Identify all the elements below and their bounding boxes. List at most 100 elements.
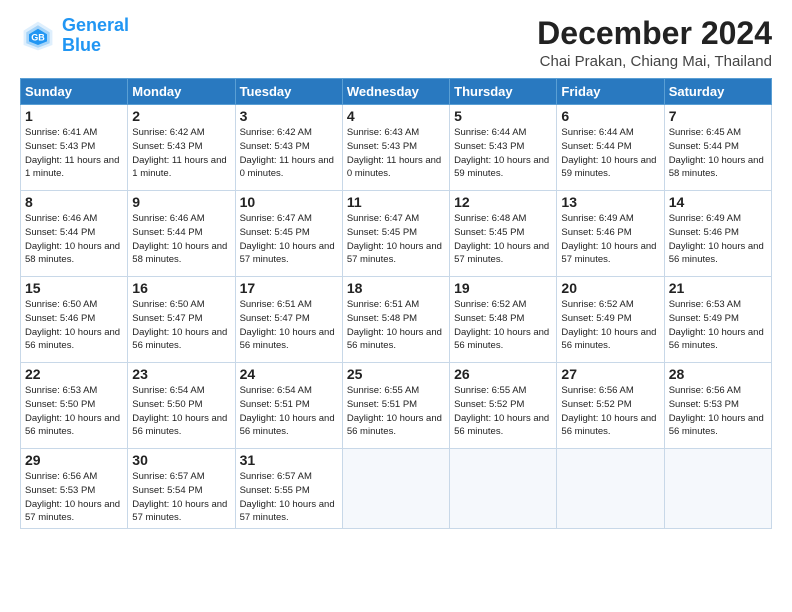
day-info: Sunrise: 6:51 AMSunset: 5:47 PMDaylight:… (240, 298, 338, 353)
table-row: 5 Sunrise: 6:44 AMSunset: 5:43 PMDaylight… (450, 105, 557, 191)
day-number: 25 (347, 366, 445, 382)
day-number: 8 (25, 194, 123, 210)
day-info: Sunrise: 6:49 AMSunset: 5:46 PMDaylight:… (669, 212, 767, 267)
table-row: 11Sunrise: 6:47 AMSunset: 5:45 PMDayligh… (342, 191, 449, 277)
table-row: 7 Sunrise: 6:45 AMSunset: 5:44 PMDaylight… (664, 105, 771, 191)
table-row: 24 Sunrise: 6:54 AMSunset: 5:51 PMDayligh… (235, 363, 342, 449)
table-row: 27 Sunrise: 6:56 AMSunset: 5:52 PMDayligh… (557, 363, 664, 449)
day-info: Sunrise: 6:44 AMSunset: 5:43 PMDaylight:… (454, 126, 552, 181)
day-number: 7 (669, 108, 767, 124)
table-row: 29Sunrise: 6:56 AMSunset: 5:53 PMDayligh… (21, 449, 128, 529)
col-thursday: Thursday (450, 79, 557, 105)
calendar-week-3: 15Sunrise: 6:50 AMSunset: 5:46 PMDayligh… (21, 277, 772, 363)
day-number: 12 (454, 194, 552, 210)
table-row: 9 Sunrise: 6:46 AMSunset: 5:44 PMDaylight… (128, 191, 235, 277)
day-info: Sunrise: 6:52 AMSunset: 5:49 PMDaylight:… (561, 298, 659, 353)
day-number: 4 (347, 108, 445, 124)
day-info: Sunrise: 6:52 AMSunset: 5:48 PMDaylight:… (454, 298, 552, 353)
day-info: Sunrise: 6:49 AMSunset: 5:46 PMDaylight:… (561, 212, 659, 267)
svg-text:GB: GB (31, 32, 45, 42)
day-number: 14 (669, 194, 767, 210)
day-info: Sunrise: 6:53 AMSunset: 5:50 PMDaylight:… (25, 384, 123, 439)
table-row (342, 449, 449, 529)
day-number: 30 (132, 452, 230, 468)
col-monday: Monday (128, 79, 235, 105)
table-row: 19 Sunrise: 6:52 AMSunset: 5:48 PMDayligh… (450, 277, 557, 363)
day-info: Sunrise: 6:41 AMSunset: 5:43 PMDaylight:… (25, 126, 123, 181)
table-row (557, 449, 664, 529)
day-number: 24 (240, 366, 338, 382)
calendar-week-5: 29Sunrise: 6:56 AMSunset: 5:53 PMDayligh… (21, 449, 772, 529)
col-sunday: Sunday (21, 79, 128, 105)
location-subtitle: Chai Prakan, Chiang Mai, Thailand (537, 53, 772, 70)
table-row: 31Sunrise: 6:57 AMSunset: 5:55 PMDayligh… (235, 449, 342, 529)
logo-icon: GB (20, 18, 56, 54)
day-number: 18 (347, 280, 445, 296)
table-row: 4Sunrise: 6:43 AMSunset: 5:43 PMDaylight… (342, 105, 449, 191)
day-number: 22 (25, 366, 123, 382)
table-row: 21Sunrise: 6:53 AMSunset: 5:49 PMDayligh… (664, 277, 771, 363)
day-number: 15 (25, 280, 123, 296)
day-number: 1 (25, 108, 123, 124)
day-number: 29 (25, 452, 123, 468)
day-info: Sunrise: 6:55 AMSunset: 5:51 PMDaylight:… (347, 384, 445, 439)
table-row: 6Sunrise: 6:44 AMSunset: 5:44 PMDaylight… (557, 105, 664, 191)
logo-line2: Blue (62, 35, 101, 55)
day-info: Sunrise: 6:47 AMSunset: 5:45 PMDaylight:… (240, 212, 338, 267)
day-info: Sunrise: 6:51 AMSunset: 5:48 PMDaylight:… (347, 298, 445, 353)
day-info: Sunrise: 6:54 AMSunset: 5:51 PMDaylight:… (240, 384, 338, 439)
day-number: 26 (454, 366, 552, 382)
day-number: 27 (561, 366, 659, 382)
day-number: 5 (454, 108, 552, 124)
table-row: 16Sunrise: 6:50 AMSunset: 5:47 PMDayligh… (128, 277, 235, 363)
table-row: 3Sunrise: 6:42 AMSunset: 5:43 PMDaylight… (235, 105, 342, 191)
day-number: 20 (561, 280, 659, 296)
calendar-header-row: Sunday Monday Tuesday Wednesday Thursday… (21, 79, 772, 105)
page: GB General Blue December 2024 Chai Praka… (0, 0, 792, 539)
logo-text: General Blue (62, 16, 129, 56)
col-wednesday: Wednesday (342, 79, 449, 105)
day-info: Sunrise: 6:54 AMSunset: 5:50 PMDaylight:… (132, 384, 230, 439)
table-row: 8 Sunrise: 6:46 AMSunset: 5:44 PMDaylight… (21, 191, 128, 277)
day-info: Sunrise: 6:55 AMSunset: 5:52 PMDaylight:… (454, 384, 552, 439)
logo: GB General Blue (20, 16, 129, 56)
table-row: 30 Sunrise: 6:57 AMSunset: 5:54 PMDayligh… (128, 449, 235, 529)
col-tuesday: Tuesday (235, 79, 342, 105)
day-number: 9 (132, 194, 230, 210)
day-info: Sunrise: 6:57 AMSunset: 5:54 PMDaylight:… (132, 470, 230, 525)
day-info: Sunrise: 6:45 AMSunset: 5:44 PMDaylight:… (669, 126, 767, 181)
table-row: 15Sunrise: 6:50 AMSunset: 5:46 PMDayligh… (21, 277, 128, 363)
col-saturday: Saturday (664, 79, 771, 105)
table-row: 28 Sunrise: 6:56 AMSunset: 5:53 PMDayligh… (664, 363, 771, 449)
table-row: 14 Sunrise: 6:49 AMSunset: 5:46 PMDayligh… (664, 191, 771, 277)
day-info: Sunrise: 6:46 AMSunset: 5:44 PMDaylight:… (25, 212, 123, 267)
calendar-week-1: 1 Sunrise: 6:41 AMSunset: 5:43 PMDaylight… (21, 105, 772, 191)
day-number: 28 (669, 366, 767, 382)
calendar-week-2: 8 Sunrise: 6:46 AMSunset: 5:44 PMDaylight… (21, 191, 772, 277)
day-info: Sunrise: 6:42 AMSunset: 5:43 PMDaylight:… (240, 126, 338, 181)
table-row: 25 Sunrise: 6:55 AMSunset: 5:51 PMDayligh… (342, 363, 449, 449)
day-number: 19 (454, 280, 552, 296)
table-row (664, 449, 771, 529)
calendar-table: Sunday Monday Tuesday Wednesday Thursday… (20, 78, 772, 529)
day-number: 11 (347, 194, 445, 210)
table-row: 20 Sunrise: 6:52 AMSunset: 5:49 PMDayligh… (557, 277, 664, 363)
header: GB General Blue December 2024 Chai Praka… (20, 16, 772, 70)
logo-line1: General (62, 15, 129, 35)
day-info: Sunrise: 6:56 AMSunset: 5:52 PMDaylight:… (561, 384, 659, 439)
table-row: 26 Sunrise: 6:55 AMSunset: 5:52 PMDayligh… (450, 363, 557, 449)
table-row: 13Sunrise: 6:49 AMSunset: 5:46 PMDayligh… (557, 191, 664, 277)
table-row (450, 449, 557, 529)
table-row: 10Sunrise: 6:47 AMSunset: 5:45 PMDayligh… (235, 191, 342, 277)
day-info: Sunrise: 6:42 AMSunset: 5:43 PMDaylight:… (132, 126, 230, 181)
day-number: 17 (240, 280, 338, 296)
table-row: 22 Sunrise: 6:53 AMSunset: 5:50 PMDayligh… (21, 363, 128, 449)
table-row: 17 Sunrise: 6:51 AMSunset: 5:47 PMDayligh… (235, 277, 342, 363)
table-row: 23 Sunrise: 6:54 AMSunset: 5:50 PMDayligh… (128, 363, 235, 449)
day-info: Sunrise: 6:56 AMSunset: 5:53 PMDaylight:… (669, 384, 767, 439)
day-number: 23 (132, 366, 230, 382)
day-number: 16 (132, 280, 230, 296)
day-info: Sunrise: 6:53 AMSunset: 5:49 PMDaylight:… (669, 298, 767, 353)
col-friday: Friday (557, 79, 664, 105)
day-info: Sunrise: 6:46 AMSunset: 5:44 PMDaylight:… (132, 212, 230, 267)
